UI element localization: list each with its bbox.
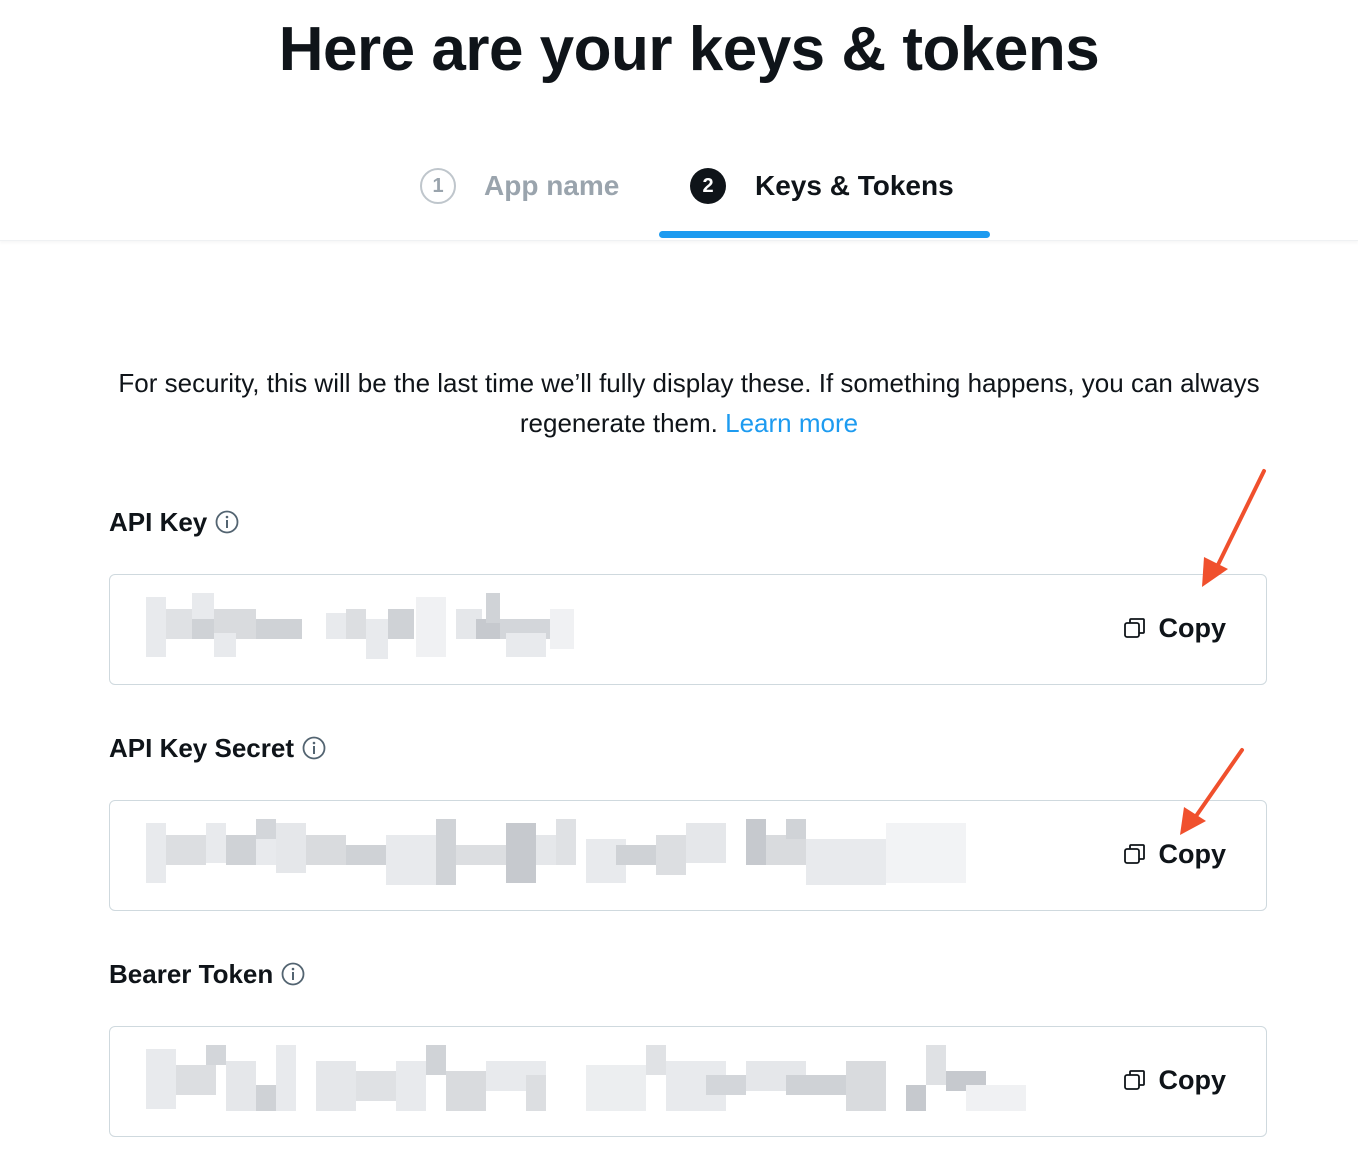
bearer-token-label: Bearer Token: [109, 957, 305, 991]
learn-more-link[interactable]: Learn more: [725, 408, 858, 438]
active-step-indicator: [659, 231, 990, 238]
stepper: 1 App name 2 Keys & Tokens: [0, 130, 1358, 241]
step-label: App name: [484, 170, 620, 201]
security-notice-text: For security, this will be the last time…: [118, 368, 1260, 438]
copy-icon: [1123, 843, 1145, 864]
redacted-bearer-token: [146, 1045, 1026, 1111]
api-key-field[interactable]: Copy: [109, 574, 1267, 685]
api-key-secret-field[interactable]: Copy: [109, 800, 1267, 911]
redacted-api-key-secret: [146, 819, 966, 885]
step-number: 1: [420, 168, 456, 204]
api-key-label: API Key: [109, 505, 239, 539]
field-label-text: Bearer Token: [109, 958, 274, 989]
field-label-text: API Key: [109, 506, 208, 537]
annotation-arrow-icon: [1202, 469, 1266, 587]
bearer-token-field[interactable]: Copy: [109, 1026, 1267, 1137]
copy-button[interactable]: Copy: [1123, 1065, 1227, 1096]
copy-icon: [1123, 1069, 1145, 1090]
field-label-text: API Key Secret: [109, 732, 294, 763]
api-key-secret-label: API Key Secret: [109, 731, 326, 765]
step-label: Keys & Tokens: [755, 170, 954, 201]
copy-button[interactable]: Copy: [1123, 613, 1227, 644]
annotation-arrow-icon: [1180, 748, 1244, 835]
step-number: 2: [690, 168, 726, 204]
copy-label: Copy: [1158, 613, 1227, 643]
redacted-api-key: [146, 593, 574, 659]
info-icon[interactable]: [215, 510, 239, 534]
info-icon[interactable]: [302, 736, 326, 760]
step-keys-and-tokens[interactable]: 2 Keys & Tokens: [690, 166, 954, 206]
keys-and-tokens-page: Here are your keys & tokens 1 App name 2…: [0, 0, 1358, 1160]
page-title: Here are your keys & tokens: [278, 15, 1100, 84]
copy-label: Copy: [1158, 1065, 1227, 1095]
security-notice: For security, this will be the last time…: [80, 363, 1298, 443]
info-icon[interactable]: [281, 962, 305, 986]
step-app-name[interactable]: 1 App name: [420, 166, 619, 206]
copy-icon: [1123, 617, 1145, 638]
